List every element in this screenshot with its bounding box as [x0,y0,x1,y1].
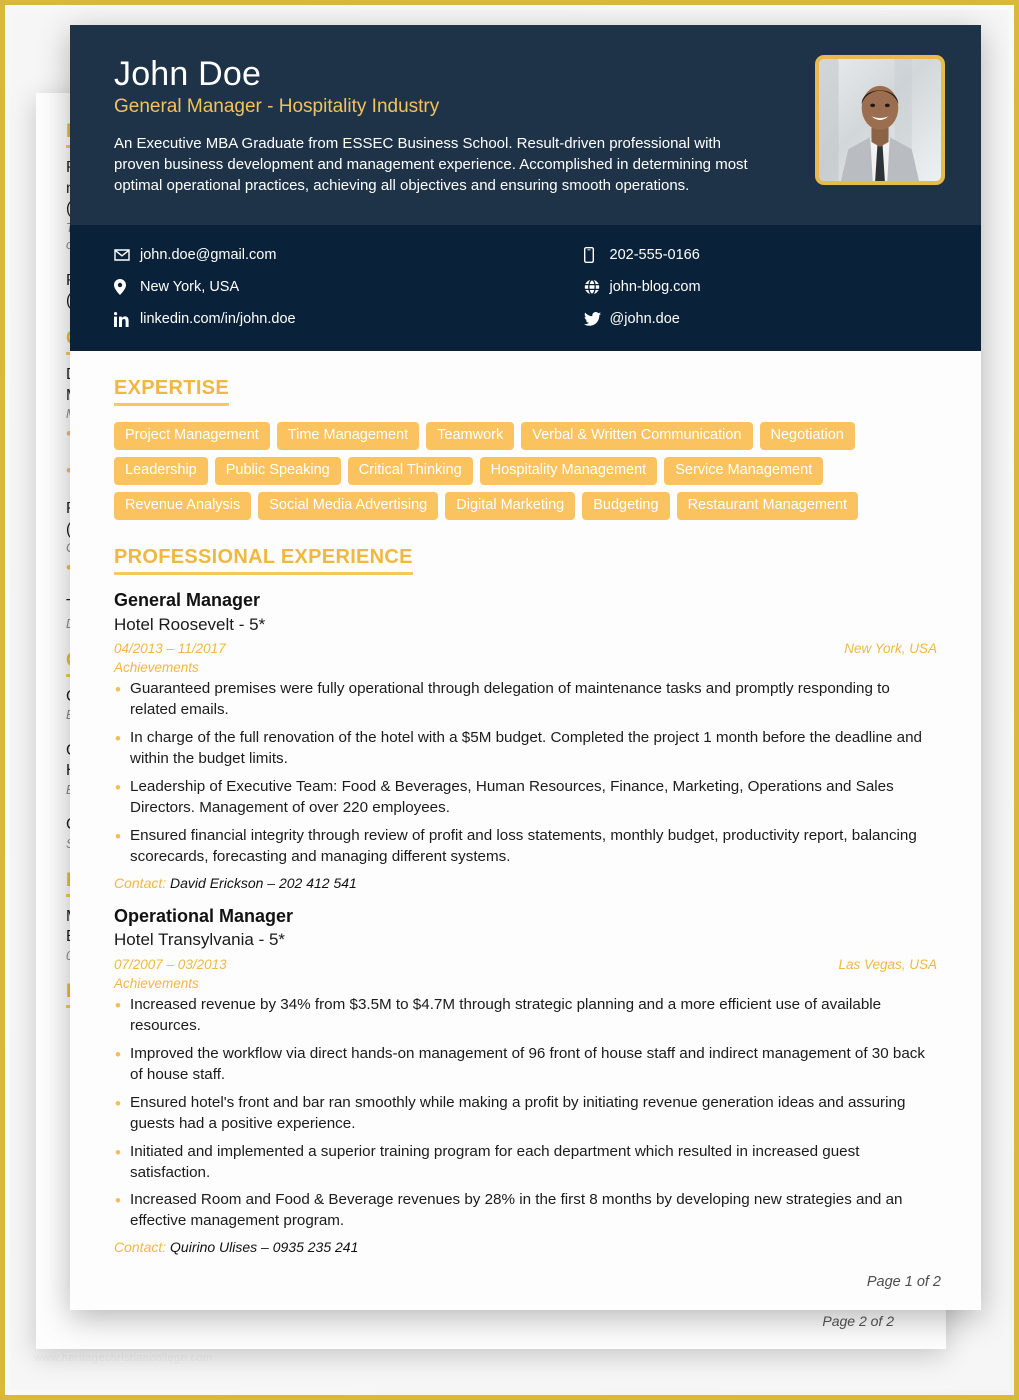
contact-value: 202-555-0166 [609,247,700,263]
job-reference: Contact: David Erickson – 202 412 541 [114,875,937,891]
expertise-tag[interactable]: Budgeting [582,492,670,521]
job-reference-value: David Erickson – 202 412 541 [170,874,357,891]
resume-header: John Doe General Manager - Hospitality I… [70,25,981,225]
job-title: Operational Manager [114,905,294,926]
job-organization: Hotel Roosevelt - 5* [114,614,266,634]
contact-column-right: 202-555-0166 john-blog.com @john.doe [526,239,938,335]
page-1-footer: Page 1 of 2 [866,1274,941,1290]
avatar [815,55,945,185]
envelope-icon [114,249,140,261]
contact-value: linkedin.com/in/john.doe [140,311,296,327]
resume-body: EXPERTISE Project Management Time Managem… [70,351,981,1310]
expertise-tag[interactable]: Social Media Advertising [258,492,439,521]
job-list: General Manager Hotel Roosevelt - 5* 04/20… [114,589,937,1255]
achievements-label: Achievements [114,975,199,991]
contact-column-left: john.doe@gmail.com New York, USA linkedin.… [114,239,526,335]
job-meta: 04/2013 – 11/2017 New York, USA [114,641,937,656]
contact-bar: john.doe@gmail.com New York, USA linkedin.… [70,225,981,351]
achievement-list: Increased revenue by 34% from $3.5M to $… [114,994,937,1233]
contact-row[interactable]: @john.doe [583,303,938,335]
expertise-tag[interactable]: Leadership [114,457,208,486]
twitter-icon [583,312,610,326]
candidate-name: John Doe [114,55,262,93]
map-pin-icon [114,279,140,295]
expertise-tag[interactable]: Hospitality Management [479,457,658,486]
expertise-tag[interactable]: Time Management [276,422,420,451]
contact-row[interactable]: linkedin.com/in/john.doe [114,303,526,335]
job-reference: Contact: Quirino Ulises – 0935 235 241 [114,1239,937,1255]
expertise-tag-list: Project Management Time Management Teamwor… [114,422,937,521]
candidate-role: General Manager - Hospitality Industry [114,96,440,118]
expertise-tag[interactable]: Revenue Analysis [114,492,252,521]
achievement-item: Leadership of Executive Team: Food & Bev… [114,776,937,819]
page-2-footer: Page 2 of 2 [822,1313,894,1329]
achievement-item: Ensured financial integrity through revi… [114,825,937,868]
watermark-text: www.heritagechristiancollege.com [34,1352,213,1364]
expertise-tag[interactable]: Public Speaking [214,457,341,486]
contact-row[interactable]: 202-555-0166 [583,239,938,271]
expertise-tag[interactable]: Digital Marketing [445,492,576,521]
job-dates: 04/2013 – 11/2017 [114,641,226,657]
experience-section: PROFESSIONAL EXPERIENCE General Manager H… [114,546,937,1255]
portrait-photo-icon [819,59,941,181]
resume-page-1[interactable]: John Doe General Manager - Hospitality I… [70,25,981,1310]
contact-value: @john.doe [609,311,680,327]
achievement-item: In charge of the full renovation of the … [114,727,937,770]
achievement-list: Guaranteed premises were fully operation… [114,678,937,868]
job-dates: 07/2007 – 03/2013 [114,956,227,972]
job-location: New York, USA [844,641,937,657]
contact-row[interactable]: New York, USA [114,271,526,303]
job-organization: Hotel Transylvania - 5* [114,930,286,950]
job-reference-label: Contact: [114,1239,171,1256]
contact-row[interactable]: john-blog.com [584,271,938,303]
expertise-tag[interactable]: Negotiation [759,422,855,451]
mobile-phone-icon [583,247,610,263]
contact-row[interactable]: john.doe@gmail.com [114,239,526,271]
achievement-item: Increased revenue by 34% from $3.5M to $… [114,994,937,1037]
expertise-tag[interactable]: Restaurant Management [676,492,859,521]
job-title: General Manager [114,590,261,611]
contact-value: New York, USA [140,279,240,295]
job-entry: General Manager Hotel Roosevelt - 5* 04/20… [114,589,937,891]
achievement-item: Guaranteed premises were fully operation… [114,678,937,721]
achievements-label: Achievements [114,660,199,676]
linkedin-icon [114,311,140,327]
achievement-item: Improved the workflow via direct hands-o… [114,1043,937,1086]
expertise-tag[interactable]: Verbal & Written Communication [521,422,753,451]
achievement-item: Ensured hotel's front and bar ran smooth… [114,1092,937,1135]
job-reference-label: Contact: [114,874,171,891]
achievement-item: Initiated and implemented a superior tra… [114,1141,937,1184]
job-reference-value: Quirino Ulises – 0935 235 241 [170,1239,359,1256]
expertise-tag[interactable]: Project Management [114,422,270,451]
expertise-tag[interactable]: Critical Thinking [347,457,473,486]
expertise-tag[interactable]: Teamwork [426,422,515,451]
section-heading-experience: PROFESSIONAL EXPERIENCE [114,546,413,576]
job-entry: Operational Manager Hotel Transylvania - … [114,905,937,1256]
globe-icon [584,279,610,295]
section-heading-expertise: EXPERTISE [114,377,229,406]
contact-value: john-blog.com [609,279,701,295]
contact-value: john.doe@gmail.com [140,247,277,263]
job-meta: 07/2007 – 03/2013 Las Vegas, USA [114,957,937,972]
achievement-item: Increased Room and Food & Beverage reven… [114,1189,937,1232]
job-location: Las Vegas, USA [838,956,937,972]
candidate-summary: An Executive MBA Graduate from ESSEC Bus… [114,134,748,195]
expertise-tag[interactable]: Service Management [664,457,824,486]
